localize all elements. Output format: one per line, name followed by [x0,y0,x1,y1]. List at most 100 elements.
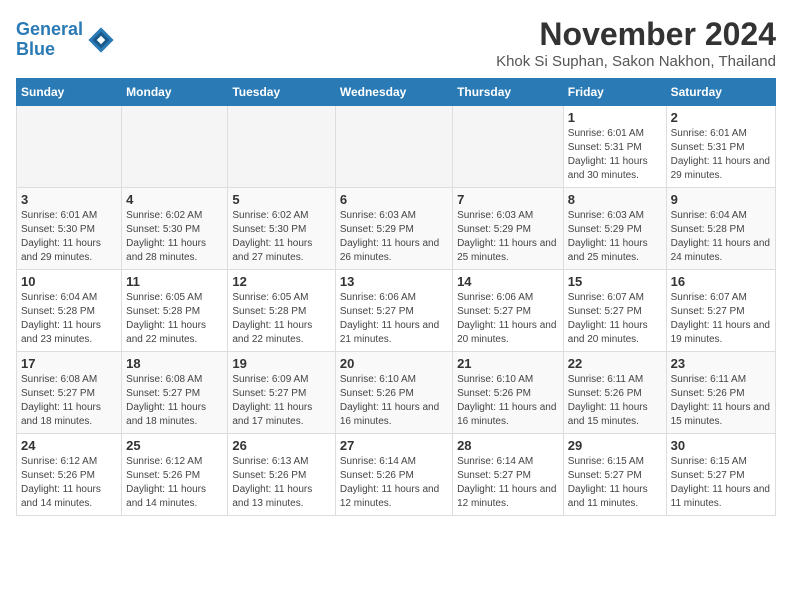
day-cell: 4Sunrise: 6:02 AMSunset: 5:30 PMDaylight… [122,188,228,270]
day-info: Sunrise: 6:14 AMSunset: 5:27 PMDaylight:… [457,455,559,511]
logo: General Blue [16,20,115,60]
day-info: Sunrise: 6:10 AMSunset: 5:26 PMDaylight:… [457,373,559,429]
day-cell: 11 Sunrise: 6:05 AMSunset: 5:28 PMDayligh… [122,270,228,352]
calendar-header-row: SundayMondayTuesdayWednesdayThursdayFrid… [17,79,776,106]
day-info: Sunrise: 6:04 AMSunset: 5:28 PMDaylight:… [21,291,117,347]
day-cell: 9 Sunrise: 6:04 AMSunset: 5:28 PMDaylight… [666,188,775,270]
day-number: 6 [340,192,448,207]
day-number: 15 [568,274,662,289]
day-number: 19 [232,356,330,371]
week-row-1: 1 Sunrise: 6:01 AMSunset: 5:31 PMDaylight… [17,106,776,188]
day-number: 28 [457,438,559,453]
logo-icon [87,26,115,54]
day-info: Sunrise: 6:14 AMSunset: 5:26 PMDaylight:… [340,455,448,511]
day-info: Sunrise: 6:06 AMSunset: 5:27 PMDaylight:… [340,291,448,347]
logo-text: General Blue [16,20,83,60]
day-info: Sunrise: 6:07 AMSunset: 5:27 PMDaylight:… [568,291,662,347]
day-info: Sunrise: 6:01 AMSunset: 5:31 PMDaylight:… [671,127,771,183]
day-number: 9 [671,192,771,207]
day-number: 29 [568,438,662,453]
day-cell: 6Sunrise: 6:03 AMSunset: 5:29 PMDaylight… [335,188,452,270]
header-thursday: Thursday [453,79,564,106]
day-cell: 2Sunrise: 6:01 AMSunset: 5:31 PMDaylight… [666,106,775,188]
day-number: 7 [457,192,559,207]
day-number: 13 [340,274,448,289]
day-cell: 18Sunrise: 6:08 AMSunset: 5:27 PMDayligh… [122,352,228,434]
day-cell: 12Sunrise: 6:05 AMSunset: 5:28 PMDayligh… [228,270,335,352]
day-cell: 13 Sunrise: 6:06 AMSunset: 5:27 PMDayligh… [335,270,452,352]
day-cell: 1 Sunrise: 6:01 AMSunset: 5:31 PMDaylight… [563,106,666,188]
day-number: 27 [340,438,448,453]
day-number: 22 [568,356,662,371]
day-number: 1 [568,110,662,125]
header-saturday: Saturday [666,79,775,106]
day-number: 24 [21,438,117,453]
day-cell: 10 Sunrise: 6:04 AMSunset: 5:28 PMDayligh… [17,270,122,352]
day-info: Sunrise: 6:05 AMSunset: 5:28 PMDaylight:… [232,291,330,347]
day-number: 3 [21,192,117,207]
day-info: Sunrise: 6:03 AMSunset: 5:29 PMDaylight:… [457,209,559,265]
day-cell [453,106,564,188]
day-info: Sunrise: 6:02 AMSunset: 5:30 PMDaylight:… [232,209,330,265]
day-info: Sunrise: 6:06 AMSunset: 5:27 PMDaylight:… [457,291,559,347]
day-number: 11 [126,274,223,289]
day-number: 16 [671,274,771,289]
day-cell: 23 Sunrise: 6:11 AMSunset: 5:26 PMDayligh… [666,352,775,434]
day-info: Sunrise: 6:10 AMSunset: 5:26 PMDaylight:… [340,373,448,429]
day-cell: 8 Sunrise: 6:03 AMSunset: 5:29 PMDaylight… [563,188,666,270]
header-sunday: Sunday [17,79,122,106]
header-tuesday: Tuesday [228,79,335,106]
day-info: Sunrise: 6:12 AMSunset: 5:26 PMDaylight:… [21,455,117,511]
day-cell: 17 Sunrise: 6:08 AMSunset: 5:27 PMDayligh… [17,352,122,434]
day-info: Sunrise: 6:01 AMSunset: 5:31 PMDaylight:… [568,127,662,183]
day-number: 14 [457,274,559,289]
week-row-4: 17 Sunrise: 6:08 AMSunset: 5:27 PMDayligh… [17,352,776,434]
day-cell: 26Sunrise: 6:13 AMSunset: 5:26 PMDayligh… [228,434,335,516]
header: General Blue November 2024 Khok Si Supha… [16,16,776,70]
day-info: Sunrise: 6:09 AMSunset: 5:27 PMDaylight:… [232,373,330,429]
day-number: 23 [671,356,771,371]
day-number: 25 [126,438,223,453]
day-info: Sunrise: 6:12 AMSunset: 5:26 PMDaylight:… [126,455,223,511]
day-info: Sunrise: 6:11 AMSunset: 5:26 PMDaylight:… [671,373,771,429]
day-cell: 19 Sunrise: 6:09 AMSunset: 5:27 PMDayligh… [228,352,335,434]
day-cell: 29 Sunrise: 6:15 AMSunset: 5:27 PMDayligh… [563,434,666,516]
day-number: 17 [21,356,117,371]
header-wednesday: Wednesday [335,79,452,106]
day-number: 5 [232,192,330,207]
day-cell: 24 Sunrise: 6:12 AMSunset: 5:26 PMDayligh… [17,434,122,516]
day-cell: 16 Sunrise: 6:07 AMSunset: 5:27 PMDayligh… [666,270,775,352]
day-cell: 20 Sunrise: 6:10 AMSunset: 5:26 PMDayligh… [335,352,452,434]
day-cell: 30Sunrise: 6:15 AMSunset: 5:27 PMDayligh… [666,434,775,516]
day-cell: 15 Sunrise: 6:07 AMSunset: 5:27 PMDayligh… [563,270,666,352]
day-info: Sunrise: 6:05 AMSunset: 5:28 PMDaylight:… [126,291,223,347]
title-area: November 2024 Khok Si Suphan, Sakon Nakh… [496,16,776,70]
day-cell: 27 Sunrise: 6:14 AMSunset: 5:26 PMDayligh… [335,434,452,516]
day-info: Sunrise: 6:04 AMSunset: 5:28 PMDaylight:… [671,209,771,265]
calendar-table: SundayMondayTuesdayWednesdayThursdayFrid… [16,78,776,516]
day-cell [335,106,452,188]
day-info: Sunrise: 6:03 AMSunset: 5:29 PMDaylight:… [568,209,662,265]
day-info: Sunrise: 6:08 AMSunset: 5:27 PMDaylight:… [21,373,117,429]
day-number: 26 [232,438,330,453]
day-info: Sunrise: 6:15 AMSunset: 5:27 PMDaylight:… [568,455,662,511]
header-monday: Monday [122,79,228,106]
day-info: Sunrise: 6:07 AMSunset: 5:27 PMDaylight:… [671,291,771,347]
day-info: Sunrise: 6:02 AMSunset: 5:30 PMDaylight:… [126,209,223,265]
day-cell: 14 Sunrise: 6:06 AMSunset: 5:27 PMDayligh… [453,270,564,352]
day-number: 30 [671,438,771,453]
main-title: November 2024 [496,16,776,53]
day-number: 20 [340,356,448,371]
day-cell: 7 Sunrise: 6:03 AMSunset: 5:29 PMDaylight… [453,188,564,270]
header-friday: Friday [563,79,666,106]
week-row-5: 24 Sunrise: 6:12 AMSunset: 5:26 PMDayligh… [17,434,776,516]
sub-title: Khok Si Suphan, Sakon Nakhon, Thailand [496,53,776,70]
day-info: Sunrise: 6:11 AMSunset: 5:26 PMDaylight:… [568,373,662,429]
day-cell: 5 Sunrise: 6:02 AMSunset: 5:30 PMDaylight… [228,188,335,270]
week-row-2: 3 Sunrise: 6:01 AMSunset: 5:30 PMDaylight… [17,188,776,270]
day-cell: 21Sunrise: 6:10 AMSunset: 5:26 PMDayligh… [453,352,564,434]
day-number: 8 [568,192,662,207]
day-number: 10 [21,274,117,289]
day-info: Sunrise: 6:01 AMSunset: 5:30 PMDaylight:… [21,209,117,265]
day-number: 18 [126,356,223,371]
